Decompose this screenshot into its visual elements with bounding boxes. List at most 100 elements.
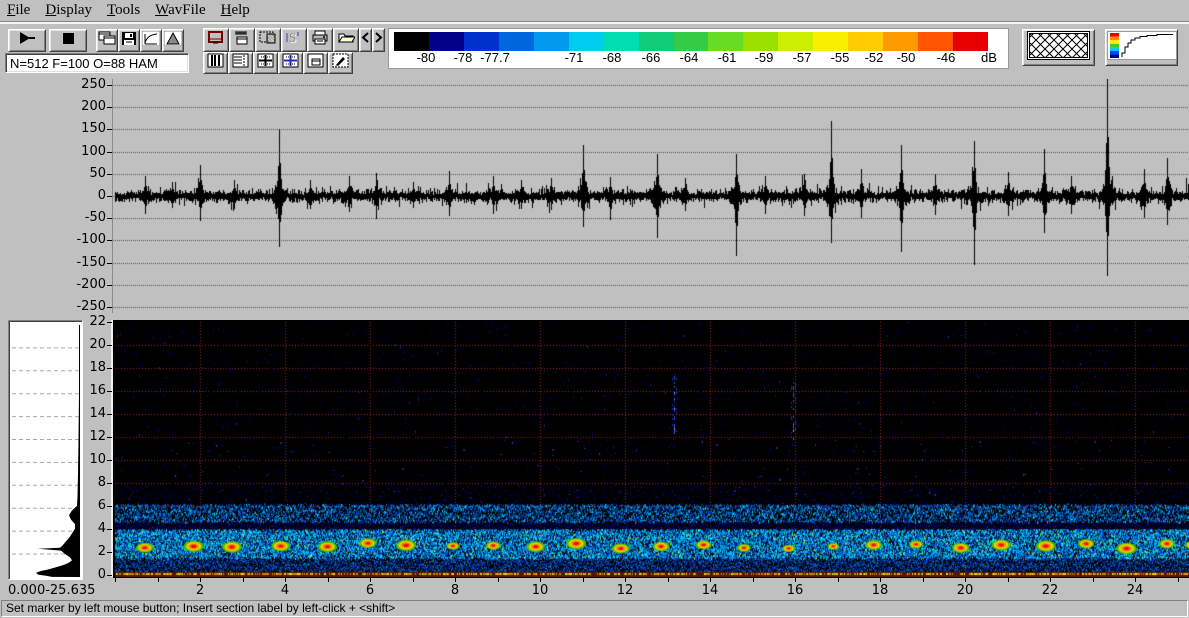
menu-item-tools[interactable]: Tools — [104, 0, 149, 21]
svg-text:S: S — [289, 30, 296, 45]
color-scale-tick-label: -52 — [864, 50, 884, 65]
scale-curve-button[interactable] — [140, 29, 162, 52]
play-icon — [18, 31, 36, 51]
menu-underline: T — [107, 2, 116, 18]
color-scale-tick-label: -57 — [792, 50, 812, 65]
spectrogram-xtick-label: 22 — [1041, 583, 1059, 598]
spectrogram-xtick-label: 12 — [616, 583, 634, 598]
print-button[interactable] — [307, 28, 333, 52]
grid-vertical-button[interactable] — [203, 52, 228, 74]
waveform-ytick — [107, 151, 112, 153]
color-scale-segment — [953, 32, 988, 51]
spectrogram-xtick-label: 24 — [1126, 583, 1144, 598]
waveform-ytick-label: 250 — [81, 77, 106, 92]
region-icon — [259, 30, 277, 50]
analysis-comb-button[interactable] — [229, 28, 255, 52]
open-file-button[interactable] — [333, 28, 359, 52]
color-scale-segment — [533, 32, 569, 51]
spectrogram-xtick — [285, 578, 286, 582]
grid-horizontal-button[interactable] — [228, 52, 253, 74]
waveform-ytick — [107, 129, 112, 131]
section-label-button[interactable]: SS — [281, 28, 307, 52]
spectrogram-xtick — [880, 578, 881, 582]
peak-icon — [163, 30, 183, 51]
spectrogram-xtick — [412, 578, 414, 582]
spectrogram-xtick — [625, 578, 626, 582]
spectrogram-xtick — [1177, 578, 1179, 582]
comb-icon — [233, 30, 251, 50]
spectrogram-ytick — [107, 506, 112, 507]
color-scale-tick-label: -78 — [453, 50, 473, 65]
grid-cross-blue-button[interactable] — [278, 52, 303, 74]
waveform-ytick-label: -150 — [76, 254, 106, 270]
waveform-ytick — [107, 284, 112, 286]
hatch-pattern-button[interactable] — [1022, 29, 1095, 66]
scroll-right-button[interactable] — [372, 28, 385, 52]
spectrogram-xtick — [795, 578, 796, 582]
spectrogram-xtick — [1050, 578, 1051, 582]
chevleft-icon — [360, 30, 371, 50]
winred-icon — [207, 30, 225, 50]
right-toolbar — [1022, 29, 1178, 66]
waveform-ytick — [107, 85, 112, 86]
menu-underline: H — [220, 2, 232, 18]
spectrogram-xtick — [1135, 578, 1136, 582]
menu-item-help[interactable]: Help — [218, 0, 259, 21]
menu-underline: D — [45, 2, 57, 18]
inner-window-button[interactable] — [303, 52, 328, 74]
color-scale-tick-label: -61 — [717, 50, 737, 65]
display-window-button[interactable] — [203, 28, 229, 52]
color-scale-tick-label: -77.7 — [480, 50, 510, 65]
spectrogram-ytick — [107, 529, 112, 530]
spectrogram-xtick — [1092, 578, 1094, 582]
grid-cross-button[interactable] — [253, 52, 278, 74]
play-button[interactable] — [8, 29, 46, 52]
gridplus-icon — [257, 53, 275, 73]
status-bar-text: Set marker by left mouse button; Insert … — [1, 600, 1188, 617]
windows-icon — [98, 31, 116, 51]
color-scale-tick-label: -64 — [679, 50, 699, 65]
spectrogram-ytick — [107, 575, 112, 576]
waveform-ytick-label: -250 — [76, 299, 106, 314]
chevright-icon — [373, 30, 384, 50]
winbox-icon — [307, 53, 325, 73]
color-scale-segment — [918, 32, 953, 51]
scroll-left-button[interactable] — [359, 28, 372, 52]
spectrogram-ytick — [107, 414, 112, 415]
waveform-plot[interactable] — [113, 79, 1189, 313]
menu-item-wavfile[interactable]: WavFile — [152, 0, 214, 21]
menu-item-file[interactable]: File — [4, 0, 39, 21]
color-scale-tick-label: -66 — [641, 50, 661, 65]
waveform-ytick — [107, 240, 112, 242]
menu-item-display[interactable]: Display — [42, 0, 101, 21]
spectrogram-ytick — [107, 460, 112, 461]
file-toolbar — [96, 29, 184, 52]
status-bar: Set marker by left mouse button; Insert … — [0, 599, 1189, 618]
color-scale-tick-label: -80 — [416, 50, 436, 65]
spectrogram-xtick — [965, 578, 966, 582]
save-button[interactable] — [118, 29, 140, 52]
edit-labels-button[interactable] — [328, 52, 353, 74]
waveform-ytick-label: 200 — [81, 99, 106, 115]
palette-curve-button[interactable] — [1105, 29, 1178, 66]
region-select-button[interactable] — [255, 28, 281, 52]
waveform-ytick-label: 100 — [81, 143, 106, 159]
spectrogram-xtick-label: 6 — [365, 583, 375, 598]
copy-display-button[interactable] — [96, 29, 118, 52]
hlines-icon — [232, 53, 250, 73]
spectrogram-plot[interactable] — [113, 320, 1189, 577]
spectrogram-xtick — [497, 578, 499, 582]
waveform-ytick-label: -50 — [84, 210, 106, 226]
spectrogram-xtick-label: 2 — [195, 583, 205, 598]
spectrogram-ytick — [107, 391, 112, 392]
menu-underline: W — [155, 2, 169, 18]
stop-button[interactable] — [49, 29, 87, 52]
spectrogram-xtick — [327, 578, 329, 582]
spectrogram-xtick-label: 10 — [531, 583, 549, 598]
overview-spectrum-panel[interactable] — [8, 320, 83, 580]
printer-icon — [311, 30, 329, 50]
spectrogram-ytick — [107, 552, 112, 553]
spectrogram-xtick — [115, 578, 116, 582]
spectrum-peak-button[interactable] — [162, 29, 184, 52]
spectrogram-xtick-label: 14 — [701, 583, 719, 598]
